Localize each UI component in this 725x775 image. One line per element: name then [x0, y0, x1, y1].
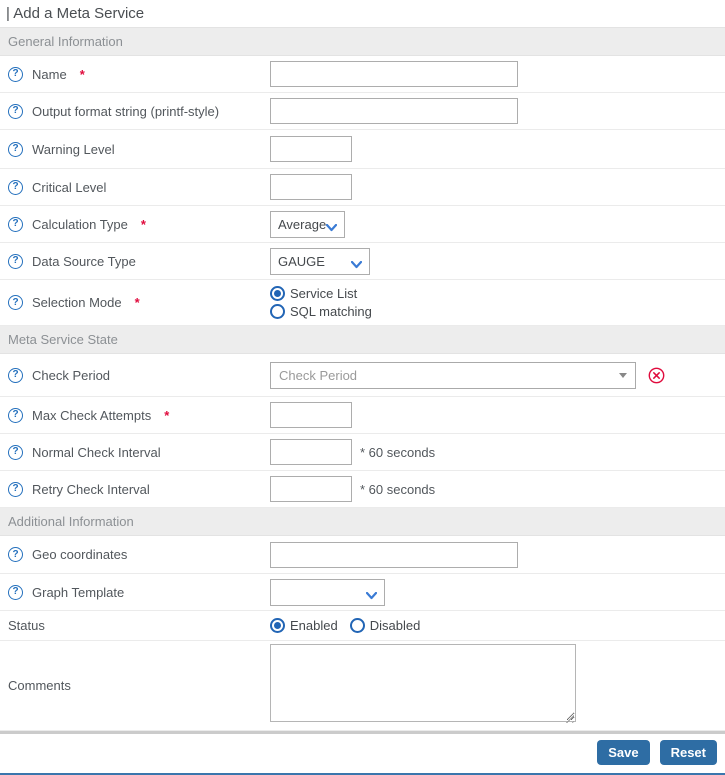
radio-label: Service List	[290, 286, 357, 301]
row-retry-check-interval: ? Retry Check Interval * 60 seconds	[0, 471, 725, 508]
help-icon[interactable]: ?	[8, 67, 23, 82]
data-source-type-select[interactable]: GAUGE	[270, 248, 370, 275]
radio-icon	[350, 618, 365, 633]
section-header-general-information: General Information	[0, 28, 725, 56]
chevron-down-icon	[351, 257, 362, 265]
warning-level-input[interactable]	[270, 136, 352, 162]
page-title: | Add a Meta Service	[0, 0, 725, 28]
critical-level-input[interactable]	[270, 174, 352, 200]
required-asterisk: *	[80, 67, 85, 82]
radio-label: Disabled	[370, 618, 421, 633]
help-icon[interactable]: ?	[8, 104, 23, 119]
radio-label: SQL matching	[290, 304, 372, 319]
radio-icon	[270, 304, 285, 319]
check-period-select[interactable]: Check Period	[270, 362, 636, 389]
section-header-meta-service-state: Meta Service State	[0, 326, 725, 354]
retry-check-interval-input[interactable]	[270, 476, 352, 502]
status-radio-disabled[interactable]: Disabled	[350, 618, 421, 633]
circled-x-icon	[648, 367, 665, 384]
help-icon[interactable]: ?	[8, 408, 23, 423]
field-label: Warning Level	[32, 142, 115, 157]
calculation-type-select[interactable]: Average	[270, 211, 345, 238]
select-value: GAUGE	[278, 254, 325, 269]
field-label: Output format string (printf-style)	[32, 104, 219, 119]
help-icon[interactable]: ?	[8, 295, 23, 310]
row-selection-mode: ? Selection Mode * Service List SQL matc…	[0, 280, 725, 326]
required-asterisk: *	[135, 295, 140, 310]
add-meta-service-form: | Add a Meta Service General Information…	[0, 0, 725, 775]
field-label: Critical Level	[32, 180, 106, 195]
help-icon[interactable]: ?	[8, 142, 23, 157]
row-warning-level: ? Warning Level	[0, 130, 725, 169]
name-input[interactable]	[270, 61, 518, 87]
row-calculation-type: ? Calculation Type * Average	[0, 206, 725, 243]
section-header-additional-information: Additional Information	[0, 508, 725, 536]
radio-label: Enabled	[290, 618, 338, 633]
row-geo-coordinates: ? Geo coordinates	[0, 536, 725, 574]
help-icon[interactable]: ?	[8, 445, 23, 460]
help-icon[interactable]: ?	[8, 217, 23, 232]
field-label: Graph Template	[32, 585, 124, 600]
required-asterisk: *	[141, 217, 146, 232]
save-button[interactable]: Save	[597, 740, 649, 765]
row-max-check-attempts: ? Max Check Attempts *	[0, 397, 725, 434]
form-footer: Save Reset	[0, 734, 725, 770]
field-label: Comments	[8, 678, 71, 693]
field-label: Normal Check Interval	[32, 445, 161, 460]
normal-check-interval-input[interactable]	[270, 439, 352, 465]
field-label: Name	[32, 67, 67, 82]
row-normal-check-interval: ? Normal Check Interval * 60 seconds	[0, 434, 725, 471]
graph-template-select[interactable]	[270, 579, 385, 606]
interval-unit-label: * 60 seconds	[360, 482, 435, 497]
required-asterisk: *	[164, 408, 169, 423]
help-icon[interactable]: ?	[8, 547, 23, 562]
field-label: Status	[8, 618, 45, 633]
row-critical-level: ? Critical Level	[0, 169, 725, 206]
help-icon[interactable]: ?	[8, 180, 23, 195]
help-icon[interactable]: ?	[8, 585, 23, 600]
selection-mode-radio-service-list[interactable]: Service List	[270, 286, 372, 301]
field-label: Selection Mode	[32, 295, 122, 310]
dropdown-arrow-icon	[619, 373, 627, 378]
help-icon[interactable]: ?	[8, 482, 23, 497]
comments-textarea[interactable]	[270, 644, 576, 722]
field-label: Max Check Attempts	[32, 408, 151, 423]
max-check-attempts-input[interactable]	[270, 402, 352, 428]
help-icon[interactable]: ?	[8, 368, 23, 383]
row-comments: Comments	[0, 641, 725, 731]
radio-icon	[270, 286, 285, 301]
chevron-down-icon	[326, 220, 337, 228]
select-placeholder: Check Period	[279, 368, 357, 383]
row-data-source-type: ? Data Source Type GAUGE	[0, 243, 725, 280]
field-label: Calculation Type	[32, 217, 128, 232]
radio-icon	[270, 618, 285, 633]
row-name: ? Name *	[0, 56, 725, 93]
field-label: Retry Check Interval	[32, 482, 150, 497]
select-value: Average	[278, 217, 326, 232]
clear-selection-button[interactable]	[648, 367, 665, 384]
interval-unit-label: * 60 seconds	[360, 445, 435, 460]
reset-button[interactable]: Reset	[660, 740, 717, 765]
row-status: Status Enabled Disabled	[0, 611, 725, 641]
output-format-input[interactable]	[270, 98, 518, 124]
selection-mode-radio-sql-matching[interactable]: SQL matching	[270, 304, 372, 319]
row-graph-template: ? Graph Template	[0, 574, 725, 611]
field-label: Data Source Type	[32, 254, 136, 269]
chevron-down-icon	[366, 588, 377, 596]
row-output-format: ? Output format string (printf-style)	[0, 93, 725, 130]
field-label: Check Period	[32, 368, 110, 383]
geo-coordinates-input[interactable]	[270, 542, 518, 568]
row-check-period: ? Check Period Check Period	[0, 354, 725, 397]
field-label: Geo coordinates	[32, 547, 127, 562]
help-icon[interactable]: ?	[8, 254, 23, 269]
status-radio-enabled[interactable]: Enabled	[270, 618, 338, 633]
